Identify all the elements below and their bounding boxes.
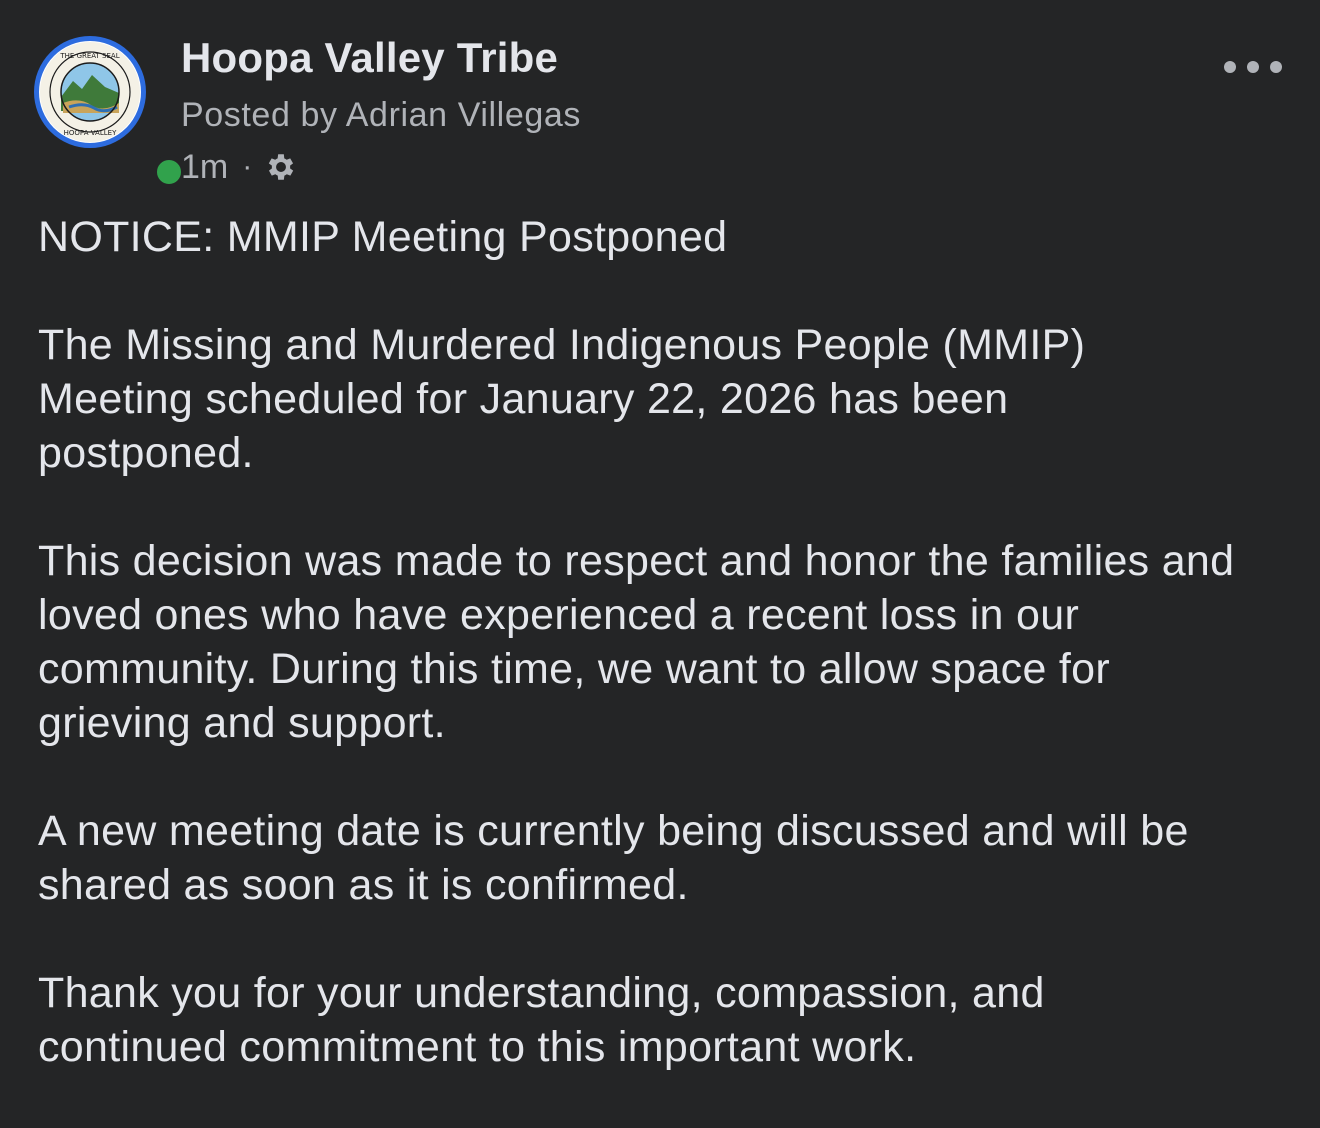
tribal-seal-logo: THE GREAT SEAL HOOPA VALLEY — [34, 36, 146, 148]
post-body: NOTICE: MMIP Meeting Postponed The Missi… — [38, 210, 1298, 1128]
svg-text:HOOPA VALLEY: HOOPA VALLEY — [64, 129, 117, 137]
more-options-button[interactable] — [1224, 50, 1282, 84]
more-horizontal-icon — [1224, 61, 1236, 73]
post-card: THE GREAT SEAL HOOPA VALLEY Hoopa Valley… — [0, 0, 1320, 1090]
posted-by-label: Posted by Adrian Villegas — [181, 96, 581, 134]
meta-separator: · — [242, 150, 253, 183]
svg-text:THE GREAT SEAL: THE GREAT SEAL — [59, 52, 119, 60]
post-meta: 1m · — [181, 146, 298, 188]
gear-icon[interactable] — [264, 150, 298, 184]
page-name[interactable]: Hoopa Valley Tribe — [181, 34, 558, 82]
post-paragraph-postponed: The Missing and Murdered Indigenous Peop… — [38, 321, 1086, 477]
post-paragraph-decision: This decision was made to respect and ho… — [38, 537, 1235, 747]
post-paragraph-new-date: A new meeting date is currently being di… — [38, 807, 1189, 909]
avatar[interactable]: THE GREAT SEAL HOOPA VALLEY — [34, 36, 186, 189]
post-paragraph-notice: NOTICE: MMIP Meeting Postponed — [38, 213, 728, 261]
post-timestamp[interactable]: 1m — [181, 148, 228, 187]
post-paragraph-thanks: Thank you for your understanding, compas… — [38, 969, 1045, 1071]
